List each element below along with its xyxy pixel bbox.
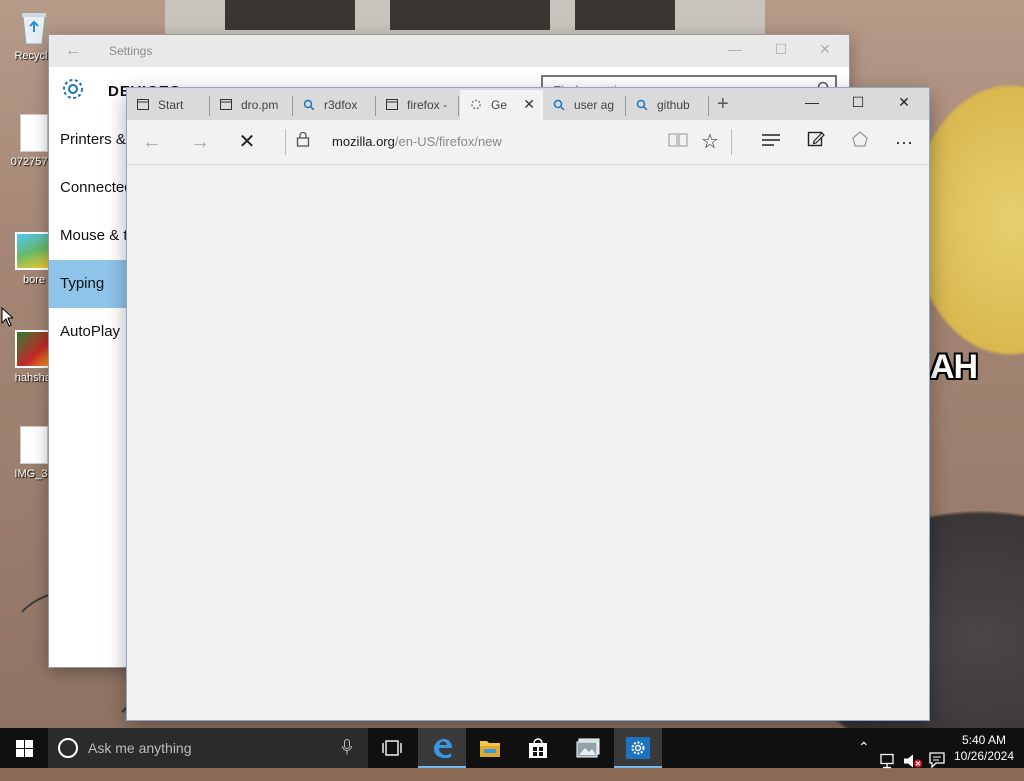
taskbar-edge[interactable] — [418, 728, 466, 768]
wallpaper-pane — [575, 0, 675, 30]
volume-muted-icon[interactable] — [903, 741, 923, 781]
tab-start[interactable]: Start — [127, 90, 210, 120]
page-content-blank[interactable] — [127, 165, 929, 720]
tab-label: Ge — [491, 98, 508, 112]
page-icon — [220, 99, 232, 110]
page-icon — [386, 99, 398, 110]
cortana-icon — [58, 738, 78, 758]
chevron-up-icon[interactable]: ⌃ — [858, 739, 870, 779]
settings-window-title: Settings — [109, 44, 153, 58]
task-view-icon — [382, 740, 402, 756]
image-thumbnail-icon — [15, 330, 53, 368]
minimize-icon[interactable]: — — [800, 94, 824, 110]
minimize-icon[interactable]: — — [725, 41, 745, 57]
maximize-icon[interactable]: ☐ — [771, 41, 791, 58]
taskbar-photos[interactable] — [564, 728, 612, 768]
tab-label: firefox - — [407, 98, 448, 112]
network-icon[interactable] — [880, 741, 898, 781]
file-explorer-icon — [480, 741, 500, 757]
close-icon[interactable]: ✕ — [815, 41, 835, 58]
document-icon — [20, 426, 48, 464]
edge-icon — [434, 739, 452, 758]
new-tab-button[interactable]: + — [717, 93, 729, 116]
back-icon[interactable]: ← — [139, 130, 165, 154]
settings-gear-icon — [631, 741, 645, 755]
wallpaper-pane — [225, 0, 355, 30]
wallpaper-pane — [390, 0, 550, 30]
page-icon — [137, 99, 149, 110]
task-view-button[interactable] — [368, 728, 416, 768]
share-icon[interactable] — [847, 130, 873, 154]
settings-titlebar[interactable]: ← Settings — ☐ ✕ — [49, 35, 849, 67]
close-icon[interactable]: ✕ — [892, 94, 916, 111]
edge-browser-window: Start dro.pm r3dfox firefox - Ge ✕ user … — [127, 88, 929, 720]
search-icon — [553, 99, 565, 110]
more-actions-icon[interactable]: ··· — [891, 130, 917, 154]
taskbar-file-explorer[interactable] — [466, 728, 514, 768]
recycle-bin-icon — [18, 8, 50, 46]
taskbar: Ask me anything ⌃ 5:40 AM 10/26/2024 — [0, 728, 1024, 769]
action-center-icon[interactable] — [929, 740, 945, 780]
tab-label: r3dfox — [324, 98, 358, 112]
clock-date: 10/26/2024 — [953, 749, 1015, 763]
tab-label: user ag — [574, 98, 615, 112]
search-icon — [636, 99, 648, 110]
tab-active-loading[interactable]: Ge ✕ — [460, 90, 543, 120]
microphone-icon[interactable] — [342, 739, 352, 755]
tab-label: github — [657, 98, 690, 112]
address-bar[interactable]: mozilla.org/en-US/firefox/new — [332, 134, 502, 149]
toolbar-divider — [285, 129, 286, 155]
lock-icon — [290, 130, 316, 154]
taskbar-settings[interactable] — [614, 728, 662, 768]
web-note-icon[interactable] — [803, 130, 829, 154]
start-button[interactable] — [0, 728, 48, 768]
forward-icon[interactable]: → — [187, 130, 213, 154]
store-icon — [529, 738, 547, 758]
maximize-icon[interactable]: ☐ — [846, 94, 870, 111]
back-arrow-icon[interactable]: ← — [65, 42, 81, 60]
gear-icon — [61, 77, 85, 101]
wallpaper-caption: AH — [930, 348, 978, 386]
browser-toolbar: ← → ✕ mozilla.org/en-US/firefox/new ☆ ··… — [127, 120, 929, 165]
tab-label: dro.pm — [241, 98, 279, 112]
toolbar-divider — [731, 129, 732, 155]
cortana-search-box[interactable]: Ask me anything — [48, 728, 368, 768]
hub-icon[interactable] — [758, 130, 784, 154]
tab-close-icon[interactable]: ✕ — [523, 96, 535, 113]
favorite-star-icon[interactable]: ☆ — [697, 130, 723, 154]
image-thumbnail-icon — [15, 232, 53, 270]
tab-r3dfox[interactable]: r3dfox — [293, 90, 376, 120]
tab-user-agent[interactable]: user ag — [543, 90, 626, 120]
document-icon — [20, 114, 48, 152]
tab-github[interactable]: github — [626, 90, 709, 120]
photos-icon — [576, 738, 600, 758]
reading-view-icon[interactable] — [665, 130, 691, 154]
loading-spinner-icon — [471, 99, 481, 110]
windows-logo-icon — [16, 740, 33, 757]
tab-firefox[interactable]: firefox - — [376, 90, 459, 120]
tab-label: Start — [158, 98, 184, 112]
clock-time: 5:40 AM — [961, 733, 1007, 747]
tab-dro-pm[interactable]: dro.pm — [210, 90, 293, 120]
tab-bar: Start dro.pm r3dfox firefox - Ge ✕ user … — [127, 88, 929, 120]
mouse-cursor-icon — [1, 307, 13, 327]
url-path: /en-US/firefox/new — [394, 134, 502, 149]
system-clock[interactable]: 5:40 AM 10/26/2024 — [948, 732, 1020, 764]
search-placeholder: Ask me anything — [88, 740, 192, 756]
taskbar-store[interactable] — [514, 728, 562, 768]
url-domain: mozilla.org — [332, 134, 395, 149]
stop-loading-icon[interactable]: ✕ — [234, 130, 260, 154]
search-icon — [303, 99, 315, 110]
